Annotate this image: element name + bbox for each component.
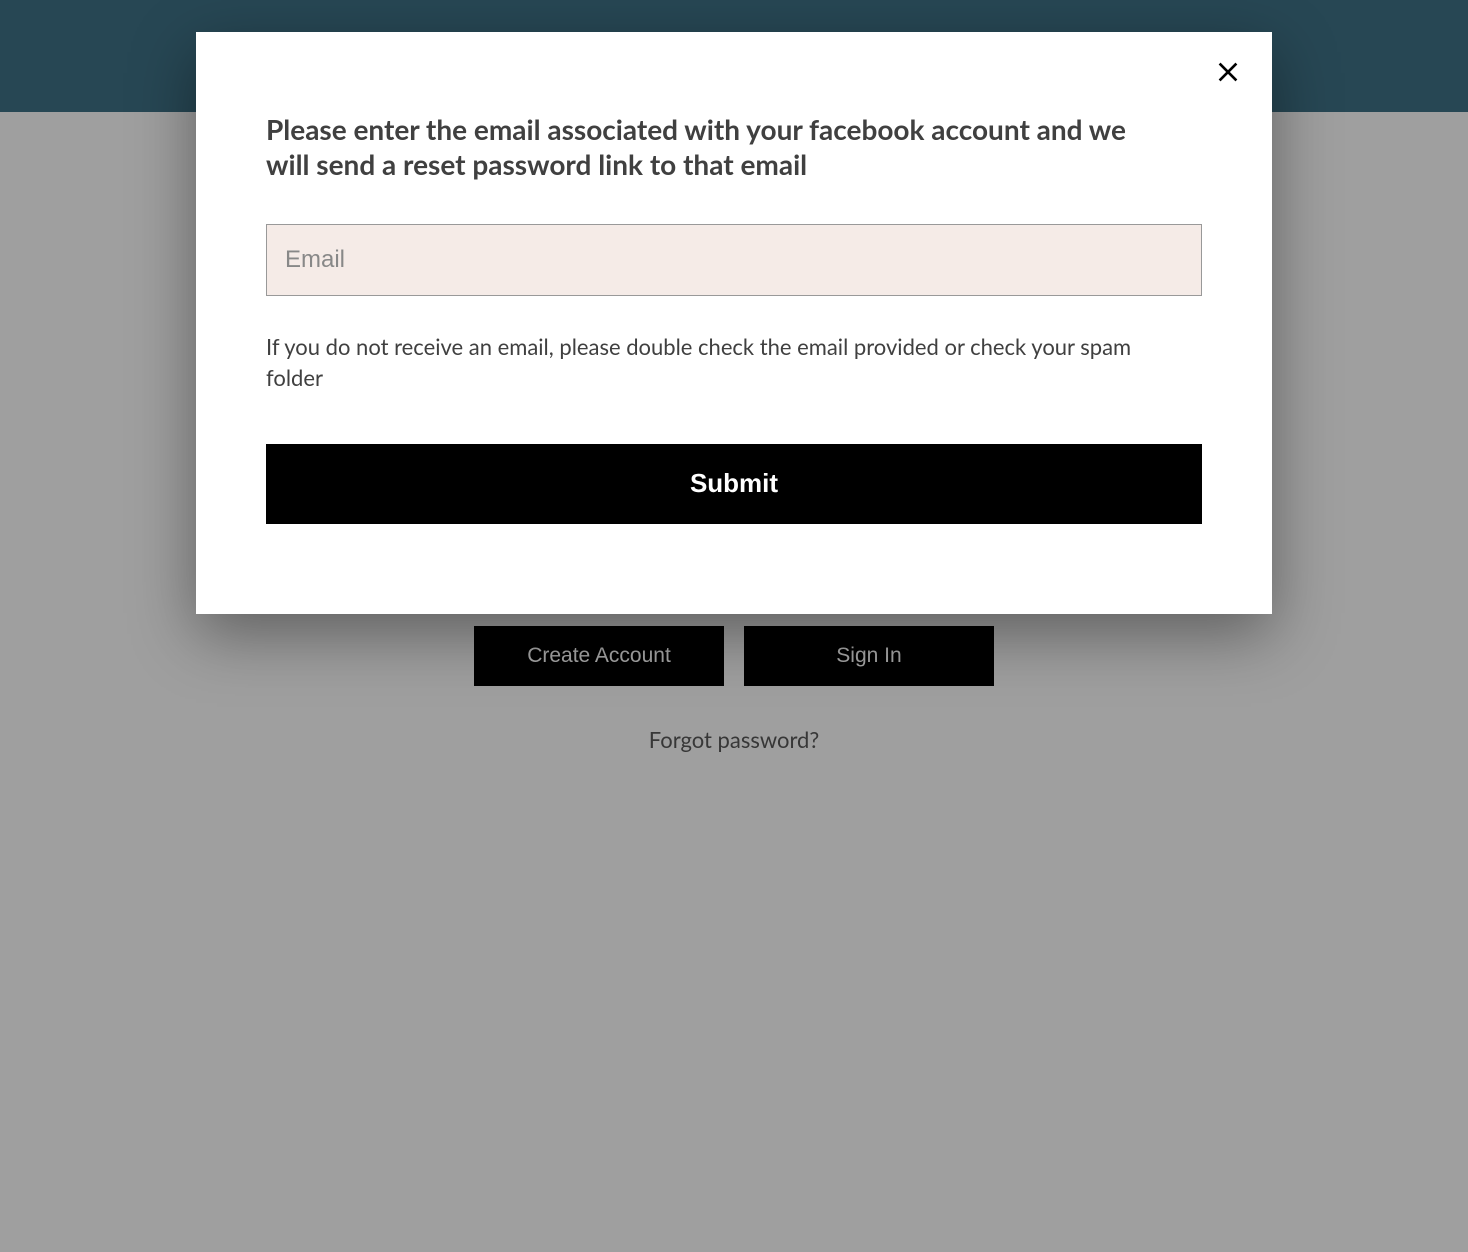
email-field[interactable]: [266, 224, 1202, 296]
close-button[interactable]: [1212, 56, 1244, 88]
modal-heading: Please enter the email associated with y…: [266, 112, 1136, 182]
reset-password-modal: Please enter the email associated with y…: [196, 32, 1272, 614]
submit-button[interactable]: Submit: [266, 444, 1202, 524]
close-icon: [1212, 73, 1244, 92]
modal-note: If you do not receive an email, please d…: [266, 332, 1136, 394]
